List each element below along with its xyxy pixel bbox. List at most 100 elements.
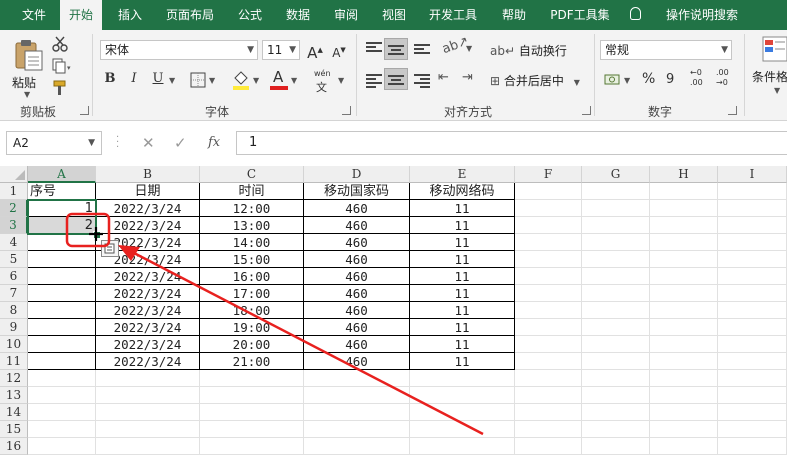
cell-a7[interactable] [28, 285, 96, 302]
select-all-corner[interactable] [0, 166, 28, 183]
row-header-1[interactable]: 1 [0, 183, 28, 200]
cell-g14[interactable] [582, 404, 650, 421]
cell-g11[interactable] [582, 353, 650, 370]
chevron-down-icon[interactable]: ▼ [253, 76, 259, 85]
number-format-select[interactable]: 常规 ▼ [600, 40, 732, 60]
worksheet-grid[interactable]: ABCDEFGHI 1 2 3 4 5 6 7 8 9 10 11 12 13 14 15 16 序号 日期 时间… [0, 166, 787, 456]
column-header-d[interactable]: D [304, 166, 410, 183]
cell-i2[interactable] [718, 200, 787, 217]
cell-h4[interactable] [650, 234, 718, 251]
row-header-15[interactable]: 15 [0, 421, 28, 438]
cell-h7[interactable] [650, 285, 718, 302]
cell-e14[interactable] [410, 404, 515, 421]
cell-h13[interactable] [650, 387, 718, 404]
comma-button[interactable]: 9 [666, 72, 674, 87]
column-header-e[interactable]: E [410, 166, 515, 183]
cell-g9[interactable] [582, 319, 650, 336]
cell-f7[interactable] [515, 285, 582, 302]
cell-g13[interactable] [582, 387, 650, 404]
autofill-options-button[interactable] [101, 240, 119, 257]
cell-d7[interactable]: 460 [304, 285, 410, 302]
cell-a1[interactable]: 序号 [28, 183, 96, 200]
cell-c15[interactable] [200, 421, 304, 438]
cell-d1[interactable]: 移动国家码 [304, 183, 410, 200]
cell-h3[interactable] [650, 217, 718, 234]
cell-d5[interactable]: 460 [304, 251, 410, 268]
cell-f11[interactable] [515, 353, 582, 370]
merge-center-button[interactable]: ⊞ 合并后居中 ▼ [490, 72, 580, 89]
cell-c12[interactable] [200, 370, 304, 387]
tab-6[interactable]: 审阅 [326, 0, 366, 30]
font-name-select[interactable]: 宋体 ▼ [100, 40, 258, 60]
name-box[interactable]: A2 ▼ [6, 131, 102, 155]
cell-f13[interactable] [515, 387, 582, 404]
cell-e11[interactable]: 11 [410, 353, 515, 370]
cell-a16[interactable] [28, 438, 96, 455]
cell-f8[interactable] [515, 302, 582, 319]
chevron-down-icon[interactable]: ▼ [291, 76, 297, 85]
cell-c10[interactable]: 20:00 [200, 336, 304, 353]
cell-g3[interactable] [582, 217, 650, 234]
cell-h11[interactable] [650, 353, 718, 370]
font-launcher[interactable] [342, 106, 351, 115]
row-header-3[interactable]: 3 [0, 217, 28, 234]
bottom-align-icon[interactable] [414, 42, 430, 56]
chevron-down-icon[interactable]: ▼ [209, 76, 215, 85]
cell-h12[interactable] [650, 370, 718, 387]
row-header-16[interactable]: 16 [0, 438, 28, 455]
column-header-f[interactable]: F [515, 166, 582, 183]
cell-f5[interactable] [515, 251, 582, 268]
shrink-font-button[interactable]: A▼ [330, 39, 348, 61]
row-header-10[interactable]: 10 [0, 336, 28, 353]
underline-button[interactable]: U [148, 68, 168, 90]
cell-d2[interactable]: 460 [304, 200, 410, 217]
cell-i13[interactable] [718, 387, 787, 404]
middle-align-button[interactable] [384, 38, 408, 60]
cell-f12[interactable] [515, 370, 582, 387]
cell-c16[interactable] [200, 438, 304, 455]
cell-i12[interactable] [718, 370, 787, 387]
cell-a6[interactable] [28, 268, 96, 285]
column-header-a[interactable]: A [28, 166, 96, 183]
cell-c3[interactable]: 13:00 [200, 217, 304, 234]
cell-g15[interactable] [582, 421, 650, 438]
cell-g4[interactable] [582, 234, 650, 251]
cell-g10[interactable] [582, 336, 650, 353]
align-right-icon[interactable] [414, 72, 430, 90]
cell-g6[interactable] [582, 268, 650, 285]
cell-c8[interactable]: 18:00 [200, 302, 304, 319]
row-header-11[interactable]: 11 [0, 353, 28, 370]
alignment-launcher[interactable] [582, 106, 591, 115]
cell-d15[interactable] [304, 421, 410, 438]
wrap-text-button[interactable]: ab↵ 自动换行 [490, 42, 567, 59]
cell-e7[interactable]: 11 [410, 285, 515, 302]
cell-b16[interactable] [96, 438, 200, 455]
cell-i7[interactable] [718, 285, 787, 302]
cut-icon[interactable] [52, 36, 68, 52]
accounting-format-icon[interactable] [604, 72, 622, 88]
cell-f15[interactable] [515, 421, 582, 438]
cell-i14[interactable] [718, 404, 787, 421]
number-launcher[interactable] [728, 106, 737, 115]
cell-g1[interactable] [582, 183, 650, 200]
cell-a4[interactable] [28, 234, 96, 251]
cell-c9[interactable]: 19:00 [200, 319, 304, 336]
cell-i16[interactable] [718, 438, 787, 455]
chevron-down-icon[interactable]: ▼ [774, 86, 780, 95]
cell-h8[interactable] [650, 302, 718, 319]
decrease-decimal-button[interactable]: .00 →0 [716, 68, 738, 88]
cancel-icon[interactable]: ✕ [142, 131, 155, 155]
cell-f2[interactable] [515, 200, 582, 217]
cell-a14[interactable] [28, 404, 96, 421]
row-header-2[interactable]: 2 [0, 200, 28, 217]
cell-d10[interactable]: 460 [304, 336, 410, 353]
row-header-8[interactable]: 8 [0, 302, 28, 319]
cell-e6[interactable]: 11 [410, 268, 515, 285]
cell-b3[interactable]: 2022/3/24 [96, 217, 200, 234]
cell-e12[interactable] [410, 370, 515, 387]
cell-b9[interactable]: 2022/3/24 [96, 319, 200, 336]
fill-color-icon[interactable] [232, 70, 250, 90]
cell-f3[interactable] [515, 217, 582, 234]
cell-b2[interactable]: 2022/3/24 [96, 200, 200, 217]
cell-d14[interactable] [304, 404, 410, 421]
